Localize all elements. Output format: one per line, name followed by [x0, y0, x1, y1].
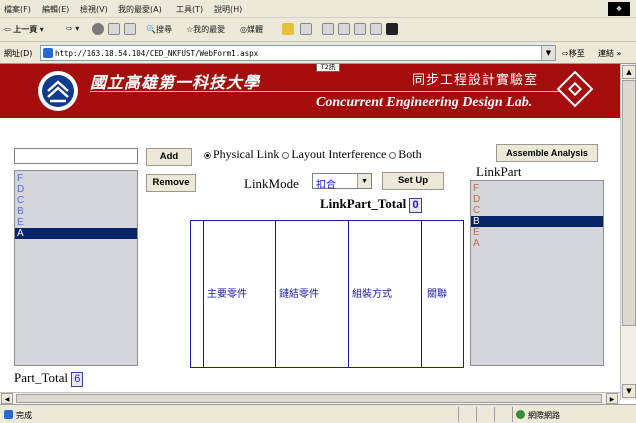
- list-item[interactable]: B: [17, 206, 24, 217]
- chevron-down-icon[interactable]: ▼: [357, 174, 371, 188]
- link-type-radio-group: Physical Link Layout Interference Both: [204, 147, 422, 162]
- forward-button[interactable]: ⇨ ▾: [66, 24, 79, 33]
- address-bar: 網址(D) http://163.18.54.104/CED_NKFUST/We…: [0, 42, 636, 64]
- home-icon[interactable]: [124, 23, 136, 35]
- linkmode-value: 扣合: [316, 180, 336, 191]
- column-header-relation: 關聯: [427, 289, 447, 300]
- list-item[interactable]: F: [473, 183, 479, 194]
- remove-button[interactable]: Remove: [146, 174, 196, 192]
- scroll-thumb[interactable]: [622, 80, 636, 326]
- column-header-assembly-method: 組裝方式: [352, 289, 392, 300]
- menu-tools[interactable]: 工具(T): [176, 4, 203, 15]
- back-button[interactable]: ⇦ 上一頁 ▾: [4, 24, 44, 35]
- internet-zone-icon: [516, 410, 525, 419]
- search-button[interactable]: 🔍搜尋: [146, 24, 172, 35]
- menu-help[interactable]: 說明(H): [214, 4, 242, 15]
- list-item-selected[interactable]: B: [471, 216, 603, 227]
- part-total-value: 6: [71, 372, 84, 387]
- list-item[interactable]: E: [17, 217, 24, 228]
- linkpart-total: LinkPart_Total 0: [320, 196, 422, 213]
- linkmode-select[interactable]: 扣合 ▼: [312, 173, 372, 191]
- parts-listbox[interactable]: F D C B E A: [14, 170, 138, 366]
- both-radio[interactable]: Both: [389, 147, 422, 161]
- print-icon[interactable]: [322, 23, 334, 35]
- go-button[interactable]: ⇨移至: [562, 48, 585, 59]
- linkpart-listbox[interactable]: F D C B E A: [470, 180, 604, 366]
- lab-name-chinese: 同步工程設計實驗室: [412, 73, 539, 88]
- column-header-linked-part: 鏈結零件: [279, 289, 319, 300]
- list-item[interactable]: C: [17, 195, 24, 206]
- list-item[interactable]: A: [473, 238, 480, 249]
- scroll-down-icon[interactable]: ▼: [622, 384, 636, 398]
- edit-icon[interactable]: [338, 23, 350, 35]
- university-logo-icon: [38, 71, 78, 111]
- links-button[interactable]: 連結 »: [598, 48, 621, 59]
- part-total-label: Part_Total: [14, 370, 68, 385]
- header-banner: 國立高雄第一科技大學 同步工程設計實驗室 Concurrent Engineer…: [0, 64, 620, 118]
- menu-view[interactable]: 檢視(V): [80, 4, 108, 15]
- refresh-icon[interactable]: [108, 23, 120, 35]
- horizontal-scrollbar[interactable]: ◀ ▶: [0, 392, 620, 404]
- list-item[interactable]: D: [17, 184, 24, 195]
- scroll-right-icon[interactable]: ▶: [606, 393, 618, 404]
- status-bar: 完成 網際網路: [0, 404, 636, 423]
- scroll-h-thumb[interactable]: [16, 394, 602, 403]
- discuss-icon[interactable]: [354, 23, 366, 35]
- toolbar: ⇦ 上一頁 ▾ ⇨ ▾ 🔍搜尋 ☆我的最愛 ◎媒體: [0, 18, 636, 42]
- part-name-input[interactable]: [14, 148, 138, 164]
- history-icon[interactable]: [282, 23, 294, 35]
- favorites-button[interactable]: ☆我的最愛: [186, 24, 225, 35]
- linkpart-total-label: LinkPart_Total: [320, 196, 407, 211]
- media-button[interactable]: ◎媒體: [240, 24, 263, 35]
- add-button[interactable]: Add: [146, 148, 192, 166]
- related-icon[interactable]: [386, 23, 398, 35]
- linkpart-title: LinkPart: [476, 164, 522, 179]
- zone-text: 網際網路: [528, 411, 560, 420]
- assemble-analysis-button[interactable]: Assemble Analysis: [496, 144, 598, 162]
- scroll-left-icon[interactable]: ◀: [1, 393, 13, 404]
- windows-logo-icon: ❖: [608, 2, 630, 16]
- address-label: 網址(D): [4, 49, 33, 58]
- column-header-main-part: 主要零件: [207, 289, 247, 300]
- address-url: http://163.18.54.104/CED_NKFUST/WebForm1…: [55, 49, 259, 58]
- messenger-icon[interactable]: [370, 23, 382, 35]
- address-dropdown-button[interactable]: ▼: [541, 46, 555, 60]
- lab-name-english: Concurrent Engineering Design Lab.: [316, 95, 533, 110]
- ime-indicator: T2訊: [316, 64, 340, 72]
- part-total: Part_Total 6: [14, 370, 84, 387]
- linkmode-label: LinkMode: [244, 176, 299, 191]
- list-item[interactable]: D: [473, 194, 480, 205]
- menu-edit[interactable]: 編輯(E): [42, 4, 69, 15]
- list-item[interactable]: F: [17, 173, 23, 184]
- page-done-icon: [4, 410, 13, 419]
- list-item-selected[interactable]: A: [15, 228, 137, 239]
- list-item[interactable]: E: [473, 227, 480, 238]
- mail-icon[interactable]: [300, 23, 312, 35]
- menu-favorites[interactable]: 我的最愛(A): [118, 4, 162, 15]
- stop-icon[interactable]: [92, 23, 104, 35]
- status-text: 完成: [16, 411, 32, 420]
- link-table: 主要零件 鏈結零件 組裝方式 關聯: [190, 220, 464, 368]
- page-icon: [43, 48, 53, 58]
- layout-interference-radio[interactable]: Layout Interference: [282, 147, 386, 161]
- menu-file[interactable]: 檔案(F): [4, 4, 31, 15]
- physical-link-radio[interactable]: Physical Link: [204, 147, 279, 161]
- university-name: 國立高雄第一科技大學: [90, 73, 261, 92]
- vertical-scrollbar[interactable]: ▲ ▼: [620, 64, 636, 400]
- list-item[interactable]: C: [473, 205, 480, 216]
- linkpart-total-value: 0: [409, 198, 422, 213]
- address-input[interactable]: http://163.18.54.104/CED_NKFUST/WebForm1…: [40, 45, 556, 61]
- menu-bar: 檔案(F) 編輯(E) 檢視(V) 我的最愛(A) 工具(T) 說明(H) ❖: [0, 0, 636, 18]
- scroll-up-icon[interactable]: ▲: [622, 65, 636, 79]
- set-up-button[interactable]: Set Up: [382, 172, 444, 190]
- banner-divider: [90, 91, 560, 92]
